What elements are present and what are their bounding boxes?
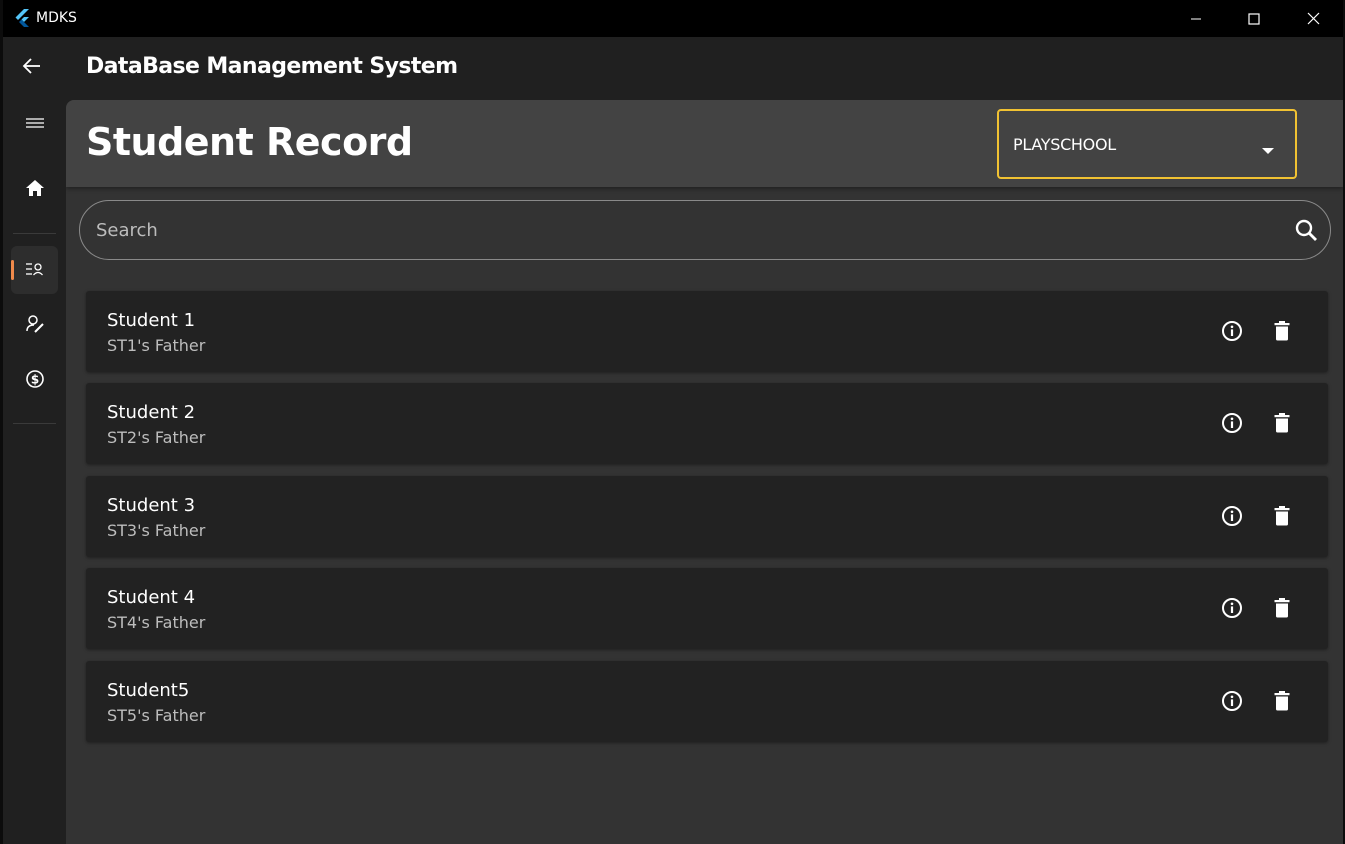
minimize-button[interactable] [1167, 0, 1225, 37]
home-icon [25, 179, 45, 201]
svg-text:$: $ [30, 373, 38, 387]
student-name: Student 1 [107, 310, 196, 331]
dollar-icon: $ [25, 369, 45, 393]
app-window: MDKS DataBase Management System $ Studen… [3, 0, 1343, 844]
info-icon[interactable] [1218, 687, 1246, 715]
delete-icon[interactable] [1268, 317, 1296, 345]
student-card[interactable]: Student 3 ST3's Father [86, 476, 1328, 557]
student-card[interactable]: Student 1 ST1's Father [86, 291, 1328, 372]
search-icon[interactable] [1294, 218, 1318, 246]
student-name: Student 2 [107, 402, 196, 423]
school-dropdown[interactable]: PLAYSCHOOL [997, 109, 1297, 179]
maximize-button[interactable] [1225, 0, 1283, 37]
app-bar: DataBase Management System [3, 37, 1343, 100]
student-name: Student 4 [107, 587, 196, 608]
maximize-icon [1248, 12, 1260, 25]
page-header: Student Record PLAYSCHOOL [66, 100, 1343, 187]
window-title: MDKS [36, 10, 77, 26]
info-icon[interactable] [1218, 502, 1246, 530]
student-father: ST1's Father [107, 336, 206, 355]
dropdown-selected-value: PLAYSCHOOL [1013, 135, 1116, 154]
search-input[interactable] [96, 201, 1276, 259]
student-father: ST2's Father [107, 428, 206, 447]
selected-indicator [11, 260, 14, 280]
student-card[interactable]: Student5 ST5's Father [86, 661, 1328, 742]
app-title: DataBase Management System [86, 54, 458, 79]
search-bar[interactable] [79, 200, 1331, 260]
delete-icon[interactable] [1268, 687, 1296, 715]
arrow-back-icon [22, 56, 42, 80]
student-card[interactable]: Student 4 ST4's Father [86, 568, 1328, 649]
main-content: Student Record PLAYSCHOOL Student 1 ST1'… [66, 100, 1343, 844]
student-list-icon [25, 261, 45, 280]
delete-icon[interactable] [1268, 502, 1296, 530]
menu-icon [25, 115, 45, 134]
navigation-rail: $ [3, 100, 66, 844]
title-bar: MDKS [3, 0, 1343, 37]
student-name: Student 3 [107, 495, 196, 516]
student-father: ST3's Father [107, 521, 206, 540]
back-button[interactable] [17, 53, 47, 83]
student-name: Student5 [107, 680, 190, 701]
minimize-icon [1190, 13, 1202, 25]
rail-divider [13, 233, 56, 234]
rail-menu-button[interactable] [11, 100, 58, 148]
rail-fees-button[interactable]: $ [11, 357, 58, 405]
info-icon[interactable] [1218, 317, 1246, 345]
rail-student-record-button[interactable] [11, 246, 58, 294]
student-card[interactable]: Student 2 ST2's Father [86, 383, 1328, 464]
caret-down-icon [1261, 140, 1275, 159]
rail-divider [13, 423, 56, 424]
delete-icon[interactable] [1268, 409, 1296, 437]
person-edit-icon [25, 314, 45, 338]
close-icon [1307, 12, 1320, 25]
info-icon[interactable] [1218, 409, 1246, 437]
delete-icon[interactable] [1268, 594, 1296, 622]
student-father: ST4's Father [107, 613, 206, 632]
info-icon[interactable] [1218, 594, 1246, 622]
rail-home-button[interactable] [11, 166, 58, 214]
page-title: Student Record [86, 120, 413, 164]
close-button[interactable] [1284, 0, 1342, 37]
rail-edit-person-button[interactable] [11, 302, 58, 350]
student-father: ST5's Father [107, 706, 206, 725]
flutter-logo-icon [13, 8, 33, 28]
